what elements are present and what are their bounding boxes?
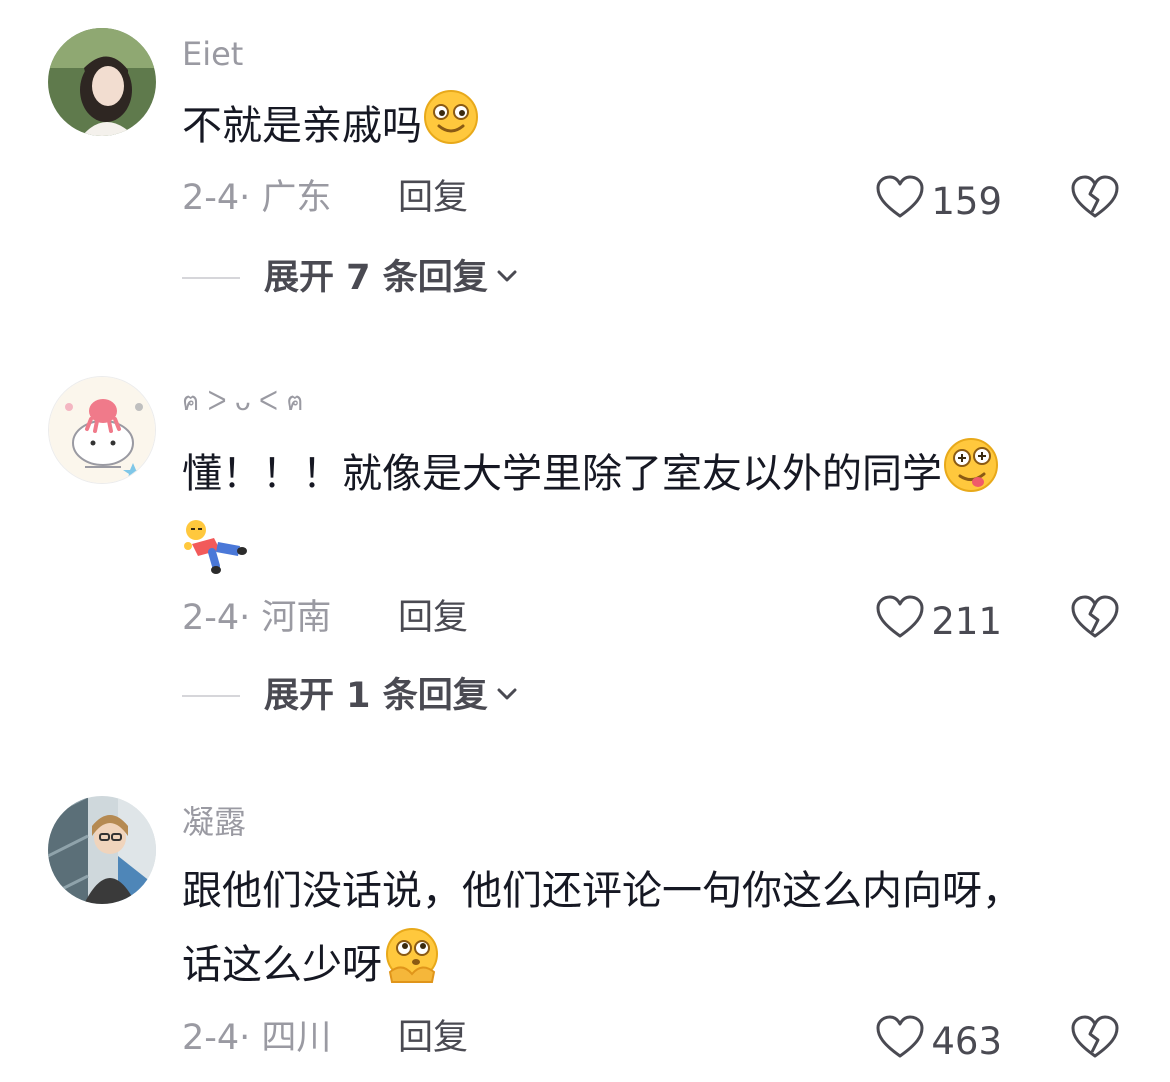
- comment-text: 不就是亲戚吗: [182, 88, 1100, 168]
- heart-outline-icon: [875, 174, 925, 230]
- chevron-down-icon: [488, 681, 520, 711]
- divider: [182, 277, 240, 279]
- divider: [182, 695, 240, 697]
- comment-text: 跟他们没话说，他们还评论一句你这么内向呀， 话这么少呀: [182, 856, 1100, 1008]
- comment-text-content: 不就是亲戚吗: [182, 103, 422, 149]
- lying-person-emoji-icon: [182, 516, 248, 596]
- comment-text-line: 话这么少呀: [182, 942, 382, 988]
- heart-outline-icon: [875, 1014, 925, 1070]
- expand-replies-label: 展开 7 条回复: [264, 258, 488, 298]
- like-button[interactable]: 211: [875, 594, 1002, 650]
- expand-replies-button[interactable]: 展开 1 条回复: [182, 674, 520, 718]
- like-button[interactable]: 463: [875, 1014, 1002, 1070]
- avatar[interactable]: [48, 28, 156, 136]
- like-button[interactable]: 159: [875, 174, 1002, 230]
- thinking-shy-emoji-icon: [382, 926, 442, 1008]
- heart-outline-icon: [875, 594, 925, 650]
- reply-button[interactable]: 回复: [398, 596, 468, 640]
- reply-button[interactable]: 回复: [398, 1016, 468, 1060]
- comment-list: Eiet 不就是亲戚吗 2-4· 广东 回复 159 展开 7 条回复 ฅ ᐳ …: [0, 0, 1170, 1082]
- date-location: 2-4· 广东: [182, 178, 332, 218]
- expand-replies-label: 展开 1 条回复: [264, 676, 488, 716]
- reply-button[interactable]: 回复: [398, 176, 468, 220]
- broken-heart-icon[interactable]: [1070, 1014, 1120, 1060]
- username[interactable]: 凝露: [182, 802, 246, 842]
- date-location: 2-4· 河南: [182, 598, 332, 638]
- chevron-down-icon: [488, 263, 520, 293]
- avatar[interactable]: [48, 376, 156, 484]
- like-count: 463: [931, 1020, 1002, 1063]
- broken-heart-icon[interactable]: [1070, 594, 1120, 640]
- comment-text-line: 跟他们没话说，他们还评论一句你这么内向呀，: [182, 868, 1022, 914]
- expand-replies-button[interactable]: 展开 7 条回复: [182, 256, 520, 300]
- like-count: 211: [931, 600, 1002, 643]
- comment-text-content: 懂！！！就像是大学里除了室友以外的同学: [182, 451, 942, 497]
- avatar[interactable]: [48, 796, 156, 904]
- like-count: 159: [931, 180, 1002, 223]
- broken-heart-icon[interactable]: [1070, 174, 1120, 220]
- comment-text: 懂！！！就像是大学里除了室友以外的同学: [182, 436, 1100, 596]
- smile-emoji-icon: [422, 88, 480, 168]
- date-location: 2-4· 四川: [182, 1018, 332, 1058]
- crazy-face-emoji-icon: [942, 436, 1000, 516]
- username[interactable]: Eiet: [182, 34, 243, 74]
- username[interactable]: ฅ ᐳ ᴗ ᐸ ฅ: [182, 382, 304, 422]
